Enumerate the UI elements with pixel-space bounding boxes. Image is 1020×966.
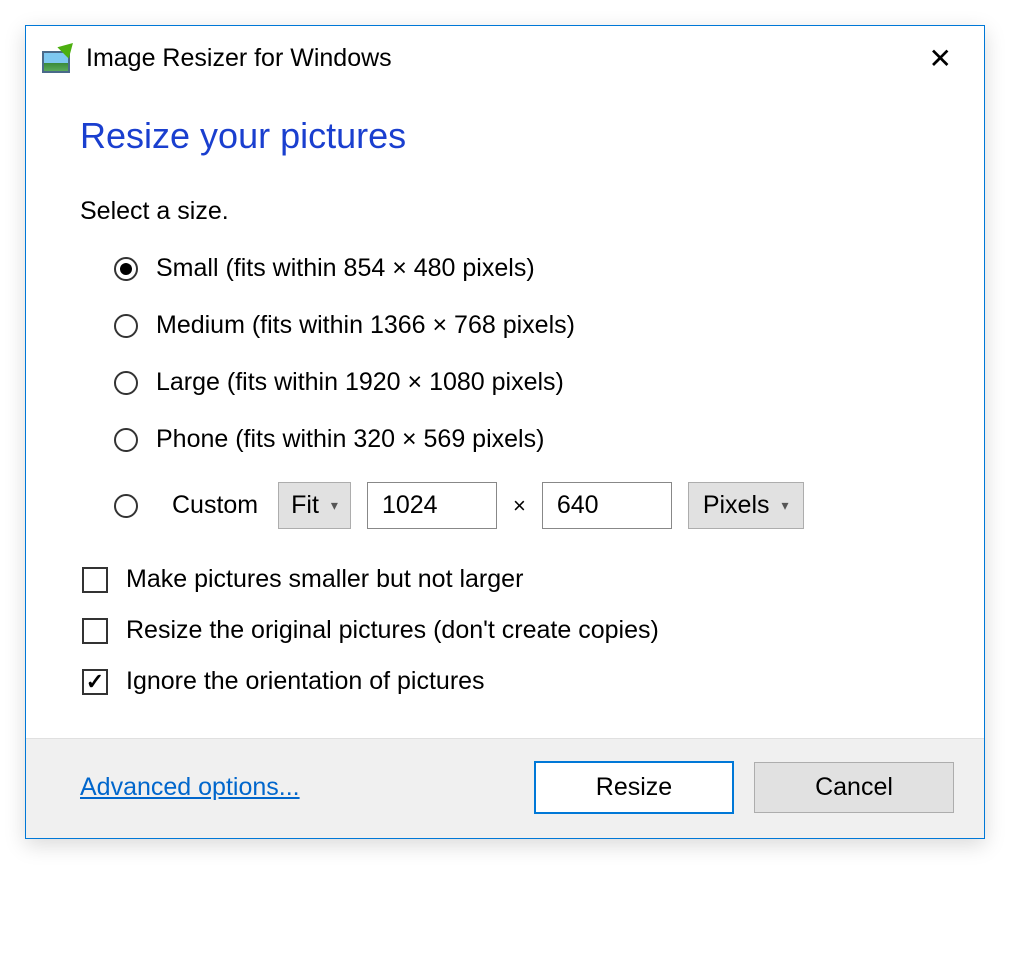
size-option-phone[interactable]: Phone (fits within 320 × 569 pixels) bbox=[114, 425, 930, 454]
size-option-large[interactable]: Large (fits within 1920 × 1080 pixels) bbox=[114, 368, 930, 397]
checkbox-ignore-orientation[interactable]: Ignore the orientation of pictures bbox=[82, 667, 930, 696]
fit-mode-select[interactable]: Fit ▾ bbox=[278, 482, 351, 529]
radio-icon bbox=[114, 257, 138, 281]
resize-button[interactable]: Resize bbox=[534, 761, 734, 814]
footer: Advanced options... Resize Cancel bbox=[26, 738, 984, 838]
checkbox-label: Resize the original pictures (don't crea… bbox=[126, 616, 659, 645]
unit-select[interactable]: Pixels ▾ bbox=[688, 482, 804, 529]
times-symbol: × bbox=[513, 493, 526, 519]
radio-label: Phone (fits within 320 × 569 pixels) bbox=[156, 425, 544, 454]
checkbox-icon bbox=[82, 669, 108, 695]
size-option-custom: Custom Fit ▾ 1024 × 640 Pixels ▾ bbox=[114, 482, 930, 529]
radio-custom[interactable] bbox=[114, 494, 138, 518]
select-value: Fit bbox=[291, 491, 319, 520]
checkbox-label: Make pictures smaller but not larger bbox=[126, 565, 523, 594]
advanced-options-link[interactable]: Advanced options... bbox=[80, 773, 300, 802]
height-input[interactable]: 640 bbox=[542, 482, 672, 529]
instruction-text: Select a size. bbox=[80, 197, 930, 226]
content-area: Resize your pictures Select a size. Smal… bbox=[26, 87, 984, 738]
chevron-down-icon: ▾ bbox=[782, 497, 789, 514]
width-input[interactable]: 1024 bbox=[367, 482, 497, 529]
size-option-small[interactable]: Small (fits within 854 × 480 pixels) bbox=[114, 254, 930, 283]
app-icon bbox=[42, 45, 74, 73]
checkbox-icon bbox=[82, 618, 108, 644]
radio-icon bbox=[114, 371, 138, 395]
options-checkbox-group: Make pictures smaller but not larger Res… bbox=[80, 565, 930, 696]
close-button[interactable]: ✕ bbox=[917, 38, 964, 79]
custom-label: Custom bbox=[172, 491, 258, 520]
radio-icon bbox=[114, 314, 138, 338]
select-value: Pixels bbox=[703, 491, 770, 520]
window-title: Image Resizer for Windows bbox=[86, 44, 917, 73]
radio-icon bbox=[114, 428, 138, 452]
size-radio-group: Small (fits within 854 × 480 pixels) Med… bbox=[80, 254, 930, 529]
checkbox-resize-originals[interactable]: Resize the original pictures (don't crea… bbox=[82, 616, 930, 645]
page-heading: Resize your pictures bbox=[80, 115, 930, 157]
size-option-medium[interactable]: Medium (fits within 1366 × 768 pixels) bbox=[114, 311, 930, 340]
titlebar: Image Resizer for Windows ✕ bbox=[26, 26, 984, 87]
radio-label: Large (fits within 1920 × 1080 pixels) bbox=[156, 368, 564, 397]
radio-label: Small (fits within 854 × 480 pixels) bbox=[156, 254, 535, 283]
radio-label: Medium (fits within 1366 × 768 pixels) bbox=[156, 311, 575, 340]
checkbox-label: Ignore the orientation of pictures bbox=[126, 667, 485, 696]
checkbox-smaller-only[interactable]: Make pictures smaller but not larger bbox=[82, 565, 930, 594]
cancel-button[interactable]: Cancel bbox=[754, 762, 954, 813]
checkbox-icon bbox=[82, 567, 108, 593]
chevron-down-icon: ▾ bbox=[331, 497, 338, 514]
dialog-window: Image Resizer for Windows ✕ Resize your … bbox=[25, 25, 985, 839]
